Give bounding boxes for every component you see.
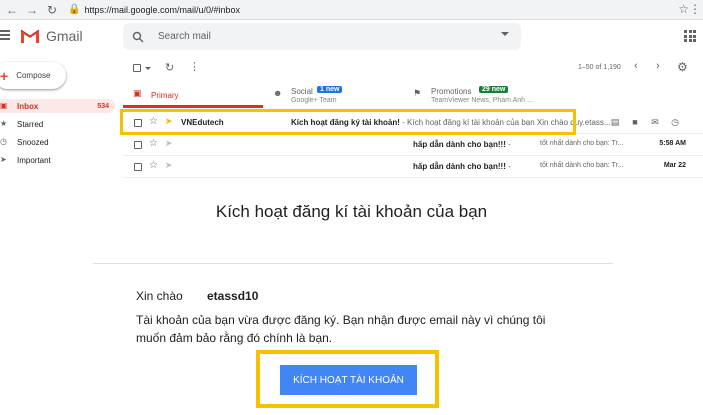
important-marker-icon[interactable]: ➤ <box>165 160 173 171</box>
search-icon[interactable] <box>132 31 144 43</box>
tab-label: Primary <box>151 91 179 100</box>
row-actions: ▤ ■ ✉ ◷ <box>610 117 680 128</box>
pagination-info: 1–50 of 1,190 <box>578 64 621 71</box>
search-options-icon[interactable] <box>501 32 509 36</box>
email-snippet-secondary: tốt nhất dành cho bạn: Tr... <box>540 162 624 169</box>
delete-icon[interactable]: ■ <box>630 117 640 128</box>
new-count-badge: 1 new <box>317 86 343 93</box>
people-icon: ☻ <box>273 88 283 98</box>
important-marker-icon[interactable]: ➤ <box>165 138 173 149</box>
compose-button[interactable]: + Compose <box>0 62 66 89</box>
sidebar-item-important[interactable]: ➤ Important <box>0 153 115 167</box>
settings-gear-icon[interactable]: ⚙ <box>677 60 688 74</box>
inbox-count: 534 <box>97 102 109 110</box>
tab-label: Promotions <box>431 87 472 96</box>
more-options-icon[interactable]: ⋮ <box>189 60 200 73</box>
divider <box>93 263 613 264</box>
subject-text: hấp dẫn dành cho bạn!!! <box>413 140 506 149</box>
select-dropdown-icon[interactable] <box>145 67 151 70</box>
highlight-box <box>120 109 576 135</box>
app-name: Gmail <box>46 28 83 44</box>
clock-icon: ◷ <box>0 137 7 146</box>
inbox-icon: ▣ <box>133 88 142 98</box>
email-body: Tài khoản của bạn vừa được đăng ký. Bạn … <box>136 313 546 345</box>
forward-arrow-icon[interactable]: → <box>24 2 40 18</box>
snooze-icon[interactable]: ◷ <box>670 117 680 128</box>
gmail-logo[interactable]: Gmail <box>20 28 83 44</box>
email-subject: hấp dẫn dành cho bạn!!! - <box>413 162 511 171</box>
apps-grid-icon[interactable] <box>684 30 696 42</box>
activate-account-button[interactable]: KÍCH HOẠT TÀI KHOẢN <box>280 365 417 395</box>
tab-primary[interactable]: ▣ Primary <box>123 82 263 108</box>
back-arrow-icon[interactable]: ← <box>4 2 20 18</box>
search-input[interactable]: Search mail <box>158 31 211 42</box>
inbox-icon: ▣ <box>0 101 8 110</box>
email-date: 5:58 AM <box>659 140 686 147</box>
main-menu-icon[interactable] <box>0 28 14 42</box>
browser-menu-icon[interactable]: ⋮ <box>689 2 701 16</box>
email-row[interactable]: ☆ ➤ hấp dẫn dành cho bạn!!! - tốt nhất d… <box>123 134 703 156</box>
plus-icon: + <box>0 67 9 84</box>
lock-icon: 🔒 <box>68 4 81 15</box>
compose-label: Compose <box>16 71 51 80</box>
sidebar-item-label: Inbox <box>17 101 39 111</box>
gmail-m-icon <box>20 28 40 44</box>
select-all-checkbox[interactable] <box>133 64 141 72</box>
email-snippet: - <box>505 140 511 149</box>
archive-icon[interactable]: ▤ <box>610 117 620 128</box>
tab-promotions[interactable]: ⚑ Promotions 29 new TeamViewer News, Pha… <box>403 82 563 108</box>
email-row[interactable]: ☆ ➤ hấp dẫn dành cho bạn!!! - tốt nhất d… <box>123 156 703 178</box>
address-bar[interactable]: https://mail.google.com/mail/u/0/#inbox <box>84 5 240 15</box>
email-heading: Kích hoạt đăng kí tài khoản của bạn <box>215 202 488 221</box>
star-icon: ★ <box>0 119 8 128</box>
mark-read-icon[interactable]: ✉ <box>650 117 660 128</box>
subject-text: hấp dẫn dành cho bạn!!! <box>413 162 506 171</box>
tab-senders: TeamViewer News, Pham Anh ... <box>431 97 533 104</box>
search-bar[interactable]: Search mail <box>123 23 521 50</box>
star-icon[interactable]: ☆ <box>149 160 158 171</box>
reload-icon[interactable]: ↻ <box>44 2 60 18</box>
sidebar-item-inbox[interactable]: ▣ Inbox 534 <box>0 99 115 113</box>
sidebar-item-starred[interactable]: ★ Starred <box>0 117 115 131</box>
username: etassd10 <box>207 289 259 303</box>
older-page-icon[interactable]: ‹ <box>634 60 638 72</box>
sidebar-item-snoozed[interactable]: ◷ Snoozed <box>0 135 115 149</box>
row-checkbox[interactable] <box>134 163 142 171</box>
email-snippet: - <box>505 162 511 171</box>
greeting: Xin chào <box>136 289 183 303</box>
star-icon[interactable]: ☆ <box>149 138 158 149</box>
sidebar-item-label: Important <box>17 155 51 165</box>
refresh-icon[interactable]: ↻ <box>165 61 174 74</box>
bookmark-star-icon[interactable]: ☆ <box>678 2 689 16</box>
email-snippet-secondary: tốt nhất dành cho bạn: Tr... <box>540 140 624 147</box>
tag-icon: ⚑ <box>413 88 422 98</box>
newer-page-icon[interactable]: › <box>656 60 660 72</box>
email-date: Mar 22 <box>663 162 686 169</box>
tab-label: Social <box>291 87 313 96</box>
email-subject: hấp dẫn dành cho bạn!!! - <box>413 140 511 149</box>
row-checkbox[interactable] <box>134 141 142 149</box>
sidebar-item-label: Starred <box>17 119 44 129</box>
new-count-badge: 29 new <box>479 86 509 93</box>
tab-senders: Google+ Team <box>291 97 337 104</box>
tab-social[interactable]: ☻ Social 1 new Google+ Team <box>263 82 403 108</box>
sidebar-item-label: Snoozed <box>17 137 49 147</box>
browser-toolbar: ← → ↻ 🔒 https://mail.google.com/mail/u/0… <box>0 0 703 20</box>
important-icon: ➤ <box>0 155 7 164</box>
